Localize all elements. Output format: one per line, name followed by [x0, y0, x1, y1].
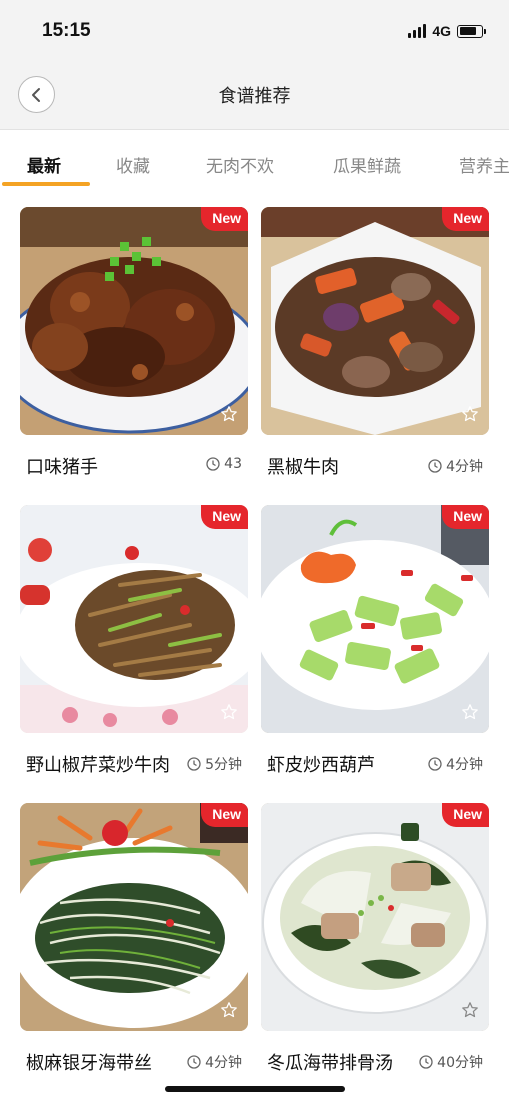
- recipe-photo: New: [20, 207, 248, 435]
- recipe-name: 冬瓜海带排骨汤: [267, 1053, 393, 1074]
- recipe-time-label: 40分钟: [437, 1055, 483, 1071]
- clock-icon: [428, 757, 442, 771]
- status-time: 15:15: [42, 20, 91, 41]
- status-indicators: 4G: [408, 23, 486, 39]
- recipe-name: 椒麻银牙海带丝: [26, 1053, 152, 1074]
- recipe-card[interactable]: New 野山椒芹菜炒牛肉 5分钟: [20, 505, 248, 776]
- home-indicator[interactable]: [165, 1086, 345, 1092]
- recipe-card[interactable]: New 虾皮炒西葫芦 4分钟: [261, 505, 489, 776]
- recipe-photo: New: [261, 803, 489, 1031]
- recipe-time: 40分钟: [419, 1052, 483, 1072]
- battery-icon: [457, 24, 486, 38]
- tab-favorites[interactable]: 收藏: [116, 152, 150, 177]
- recipe-card[interactable]: New 冬瓜海带排骨汤 40分钟: [261, 803, 489, 1074]
- tab-nutrition[interactable]: 营养主: [459, 152, 509, 177]
- active-tab-indicator: [2, 182, 90, 186]
- recipe-time-label: 43: [224, 456, 242, 472]
- status-bar: 15:15 4G: [0, 0, 509, 60]
- recipe-card[interactable]: New 口味猪手 43: [20, 207, 248, 478]
- tab-vegetables[interactable]: 瓜果鲜蔬: [333, 152, 401, 177]
- recipe-card[interactable]: New 黑椒牛肉 4分钟: [261, 207, 489, 478]
- recipe-time: 43: [206, 456, 242, 472]
- recipe-time-label: 4分钟: [205, 1055, 242, 1071]
- new-badge: New: [201, 207, 248, 231]
- new-badge: New: [442, 207, 489, 231]
- clock-icon: [419, 1055, 433, 1069]
- new-badge: New: [442, 803, 489, 827]
- recipe-photo: New: [20, 803, 248, 1031]
- recipe-name: 虾皮炒西葫芦: [267, 755, 375, 776]
- recipe-time: 4分钟: [428, 456, 483, 476]
- recipe-time: 4分钟: [187, 1052, 242, 1072]
- signal-icon: [408, 24, 427, 38]
- star-icon[interactable]: [461, 703, 479, 721]
- recipe-time-label: 4分钟: [446, 757, 483, 773]
- clock-icon: [206, 457, 220, 471]
- recipe-time: 4分钟: [428, 754, 483, 774]
- clock-icon: [428, 459, 442, 473]
- clock-icon: [187, 1055, 201, 1069]
- new-badge: New: [442, 505, 489, 529]
- star-icon[interactable]: [220, 1001, 238, 1019]
- tab-latest[interactable]: 最新: [27, 152, 61, 177]
- nav-bar: 食谱推荐: [0, 60, 509, 130]
- new-badge: New: [201, 803, 248, 827]
- recipe-name: 口味猪手: [26, 457, 98, 478]
- clock-icon: [187, 757, 201, 771]
- recipe-card[interactable]: New 椒麻银牙海带丝 4分钟: [20, 803, 248, 1074]
- recipe-photo: New: [261, 505, 489, 733]
- star-icon[interactable]: [220, 703, 238, 721]
- page-title: 食谱推荐: [218, 86, 291, 107]
- tab-meat-lovers[interactable]: 无肉不欢: [206, 152, 274, 177]
- network-label: 4G: [432, 23, 451, 39]
- recipe-time-label: 5分钟: [205, 757, 242, 773]
- star-icon[interactable]: [461, 1001, 479, 1019]
- recipe-time-label: 4分钟: [446, 459, 483, 475]
- recipe-photo: New: [20, 505, 248, 733]
- new-badge: New: [201, 505, 248, 529]
- star-icon[interactable]: [220, 405, 238, 423]
- recipe-photo: New: [261, 207, 489, 435]
- recipe-name: 黑椒牛肉: [267, 457, 339, 478]
- recipe-name: 野山椒芹菜炒牛肉: [26, 755, 170, 776]
- recipe-time: 5分钟: [187, 754, 242, 774]
- star-icon[interactable]: [461, 405, 479, 423]
- category-tabs: 最新 收藏 无肉不欢 瓜果鲜蔬 营养主: [0, 131, 509, 189]
